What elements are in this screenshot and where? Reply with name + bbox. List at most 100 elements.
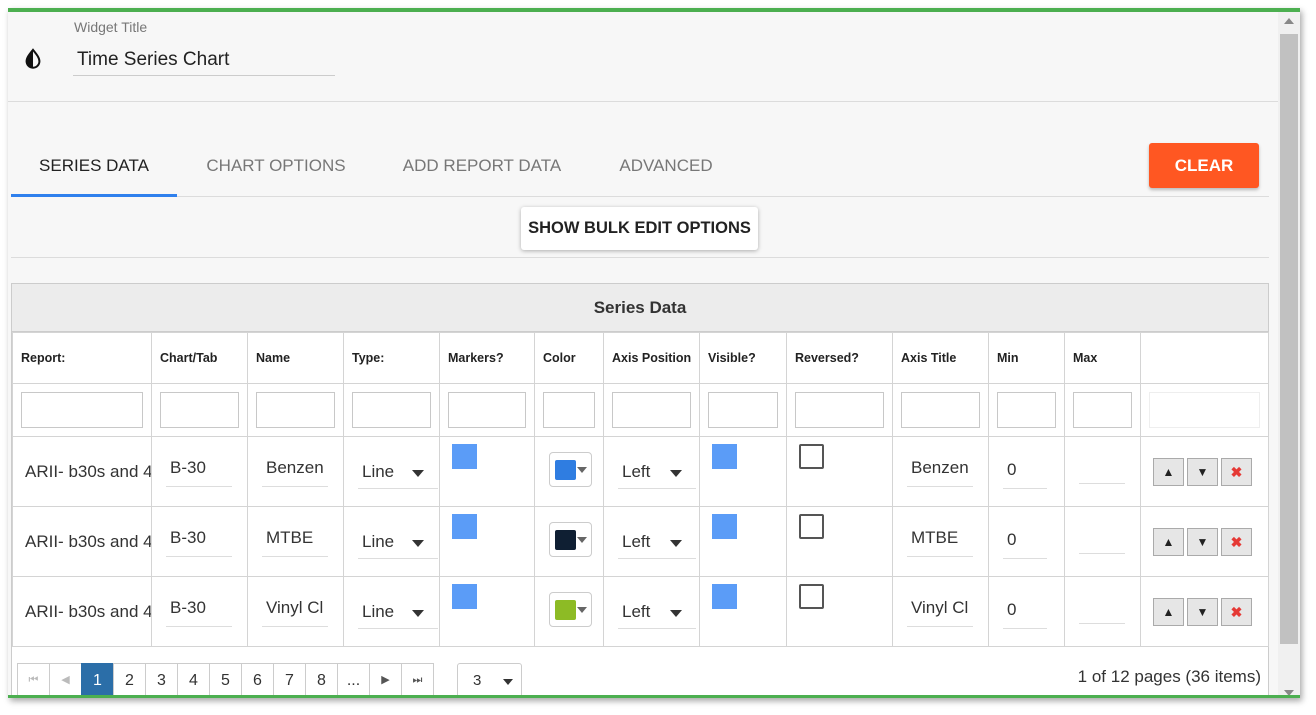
- page-2-button[interactable]: 2: [113, 663, 146, 695]
- axis-position-select[interactable]: Left: [618, 594, 696, 629]
- color-picker[interactable]: [549, 521, 592, 557]
- col-header-visible[interactable]: Visible?: [699, 332, 787, 384]
- filter-color-input[interactable]: [543, 392, 595, 428]
- col-header-max[interactable]: Max: [1064, 332, 1141, 384]
- col-header-axis-position[interactable]: Axis Position: [603, 332, 700, 384]
- visible-checkbox[interactable]: [712, 443, 737, 469]
- page-1-button[interactable]: 1: [81, 663, 114, 695]
- reversed-checkbox[interactable]: [799, 513, 824, 539]
- col-header-chart-tab[interactable]: Chart/Tab: [151, 332, 248, 384]
- color-swatch: [555, 599, 576, 620]
- cell-axis-title[interactable]: Benzen: [907, 452, 973, 487]
- filter-max-input[interactable]: [1073, 392, 1132, 428]
- markers-checkbox[interactable]: [452, 513, 477, 539]
- visible-checkbox[interactable]: [712, 583, 737, 609]
- axis-position-select[interactable]: Left: [618, 454, 696, 489]
- widget-title-input[interactable]: [73, 44, 335, 76]
- cell-min[interactable]: 0: [1003, 594, 1047, 629]
- filter-markers-input[interactable]: [448, 392, 526, 428]
- vertical-scrollbar[interactable]: [1278, 12, 1300, 695]
- table-row: ARII- b30s and 4 B-30 Benzen Line Left Benzen…: [12, 436, 1269, 507]
- page-6-button[interactable]: 6: [241, 663, 274, 695]
- page-4-button[interactable]: 4: [177, 663, 210, 695]
- move-up-button[interactable]: ▲: [1153, 457, 1184, 486]
- show-bulk-edit-button[interactable]: SHOW BULK EDIT OPTIONS: [521, 207, 758, 250]
- cell-min[interactable]: 0: [1003, 454, 1047, 489]
- axis-position-value: Left: [622, 462, 651, 481]
- markers-checkbox[interactable]: [452, 583, 477, 609]
- scrollbar-thumb[interactable]: [1280, 34, 1298, 644]
- page-5-button[interactable]: 5: [209, 663, 242, 695]
- cell-axis-title[interactable]: Vinyl Cl: [907, 592, 973, 627]
- col-header-min[interactable]: Min: [988, 332, 1065, 384]
- filter-axis-position-input[interactable]: [612, 392, 691, 428]
- tab-advanced[interactable]: ADVANCED: [601, 140, 731, 197]
- color-picker[interactable]: [549, 451, 592, 487]
- col-header-color[interactable]: Color: [534, 332, 604, 384]
- cell-name[interactable]: Benzen: [262, 452, 328, 487]
- move-up-button[interactable]: ▲: [1153, 597, 1184, 626]
- move-down-button[interactable]: ▼: [1187, 527, 1218, 556]
- filter-chart-tab-input[interactable]: [160, 392, 239, 428]
- delete-icon[interactable]: ✖: [1221, 527, 1252, 556]
- filter-min-input[interactable]: [997, 392, 1056, 428]
- type-select[interactable]: Line: [358, 454, 438, 489]
- filter-reversed-input[interactable]: [795, 392, 884, 428]
- tab-chart-options[interactable]: CHART OPTIONS: [187, 140, 365, 197]
- markers-checkbox[interactable]: [452, 443, 477, 469]
- filter-report-input[interactable]: [21, 392, 143, 428]
- col-header-type[interactable]: Type:: [343, 332, 440, 384]
- cell-report[interactable]: ARII- b30s and 4: [12, 506, 152, 577]
- color-swatch: [555, 529, 576, 550]
- axis-position-select[interactable]: Left: [618, 524, 696, 559]
- scroll-down-icon[interactable]: [1284, 690, 1294, 695]
- tab-bar: SERIES DATA CHART OPTIONS ADD REPORT DAT…: [11, 140, 1269, 197]
- visible-checkbox[interactable]: [712, 513, 737, 539]
- col-header-axis-title[interactable]: Axis Title: [892, 332, 989, 384]
- more-pages-button[interactable]: ...: [337, 663, 370, 695]
- cell-name[interactable]: MTBE: [262, 522, 328, 557]
- prev-page-icon[interactable]: ◀: [49, 663, 82, 695]
- filter-name-input[interactable]: [256, 392, 335, 428]
- delete-icon[interactable]: ✖: [1221, 457, 1252, 486]
- page-7-button[interactable]: 7: [273, 663, 306, 695]
- clear-button[interactable]: CLEAR: [1149, 143, 1259, 188]
- scroll-up-icon[interactable]: [1284, 18, 1294, 24]
- col-header-markers[interactable]: Markers?: [439, 332, 535, 384]
- col-header-reversed[interactable]: Reversed?: [786, 332, 893, 384]
- cell-name[interactable]: Vinyl Cl: [262, 592, 328, 627]
- reversed-checkbox[interactable]: [799, 583, 824, 609]
- move-up-button[interactable]: ▲: [1153, 527, 1184, 556]
- move-down-button[interactable]: ▼: [1187, 597, 1218, 626]
- cell-chart-tab[interactable]: B-30: [166, 452, 232, 487]
- cell-min[interactable]: 0: [1003, 524, 1047, 559]
- cell-max[interactable]: [1079, 524, 1125, 554]
- color-picker[interactable]: [549, 591, 592, 627]
- tab-add-report-data[interactable]: ADD REPORT DATA: [383, 140, 581, 197]
- col-header-report[interactable]: Report:: [12, 332, 152, 384]
- col-header-name[interactable]: Name: [247, 332, 344, 384]
- chevron-down-icon: [577, 466, 587, 473]
- filter-visible-input[interactable]: [708, 392, 778, 428]
- next-page-icon[interactable]: ▶: [369, 663, 402, 695]
- cell-report[interactable]: ARII- b30s and 4: [12, 436, 152, 507]
- cell-chart-tab[interactable]: B-30: [166, 592, 232, 627]
- filter-axis-title-input[interactable]: [901, 392, 980, 428]
- delete-icon[interactable]: ✖: [1221, 597, 1252, 626]
- first-page-icon[interactable]: ⏮: [17, 663, 50, 695]
- cell-max[interactable]: [1079, 594, 1125, 624]
- page-size-select[interactable]: 3: [457, 663, 522, 695]
- last-page-icon[interactable]: ⏭: [401, 663, 434, 695]
- reversed-checkbox[interactable]: [799, 443, 824, 469]
- cell-chart-tab[interactable]: B-30: [166, 522, 232, 557]
- tab-series-data[interactable]: SERIES DATA: [11, 140, 177, 197]
- type-select[interactable]: Line: [358, 524, 438, 559]
- move-down-button[interactable]: ▼: [1187, 457, 1218, 486]
- cell-max[interactable]: [1079, 454, 1125, 484]
- cell-axis-title[interactable]: MTBE: [907, 522, 973, 557]
- cell-report[interactable]: ARII- b30s and 4: [12, 576, 152, 647]
- page-8-button[interactable]: 8: [305, 663, 338, 695]
- filter-type-input[interactable]: [352, 392, 431, 428]
- type-select[interactable]: Line: [358, 594, 438, 629]
- page-3-button[interactable]: 3: [145, 663, 178, 695]
